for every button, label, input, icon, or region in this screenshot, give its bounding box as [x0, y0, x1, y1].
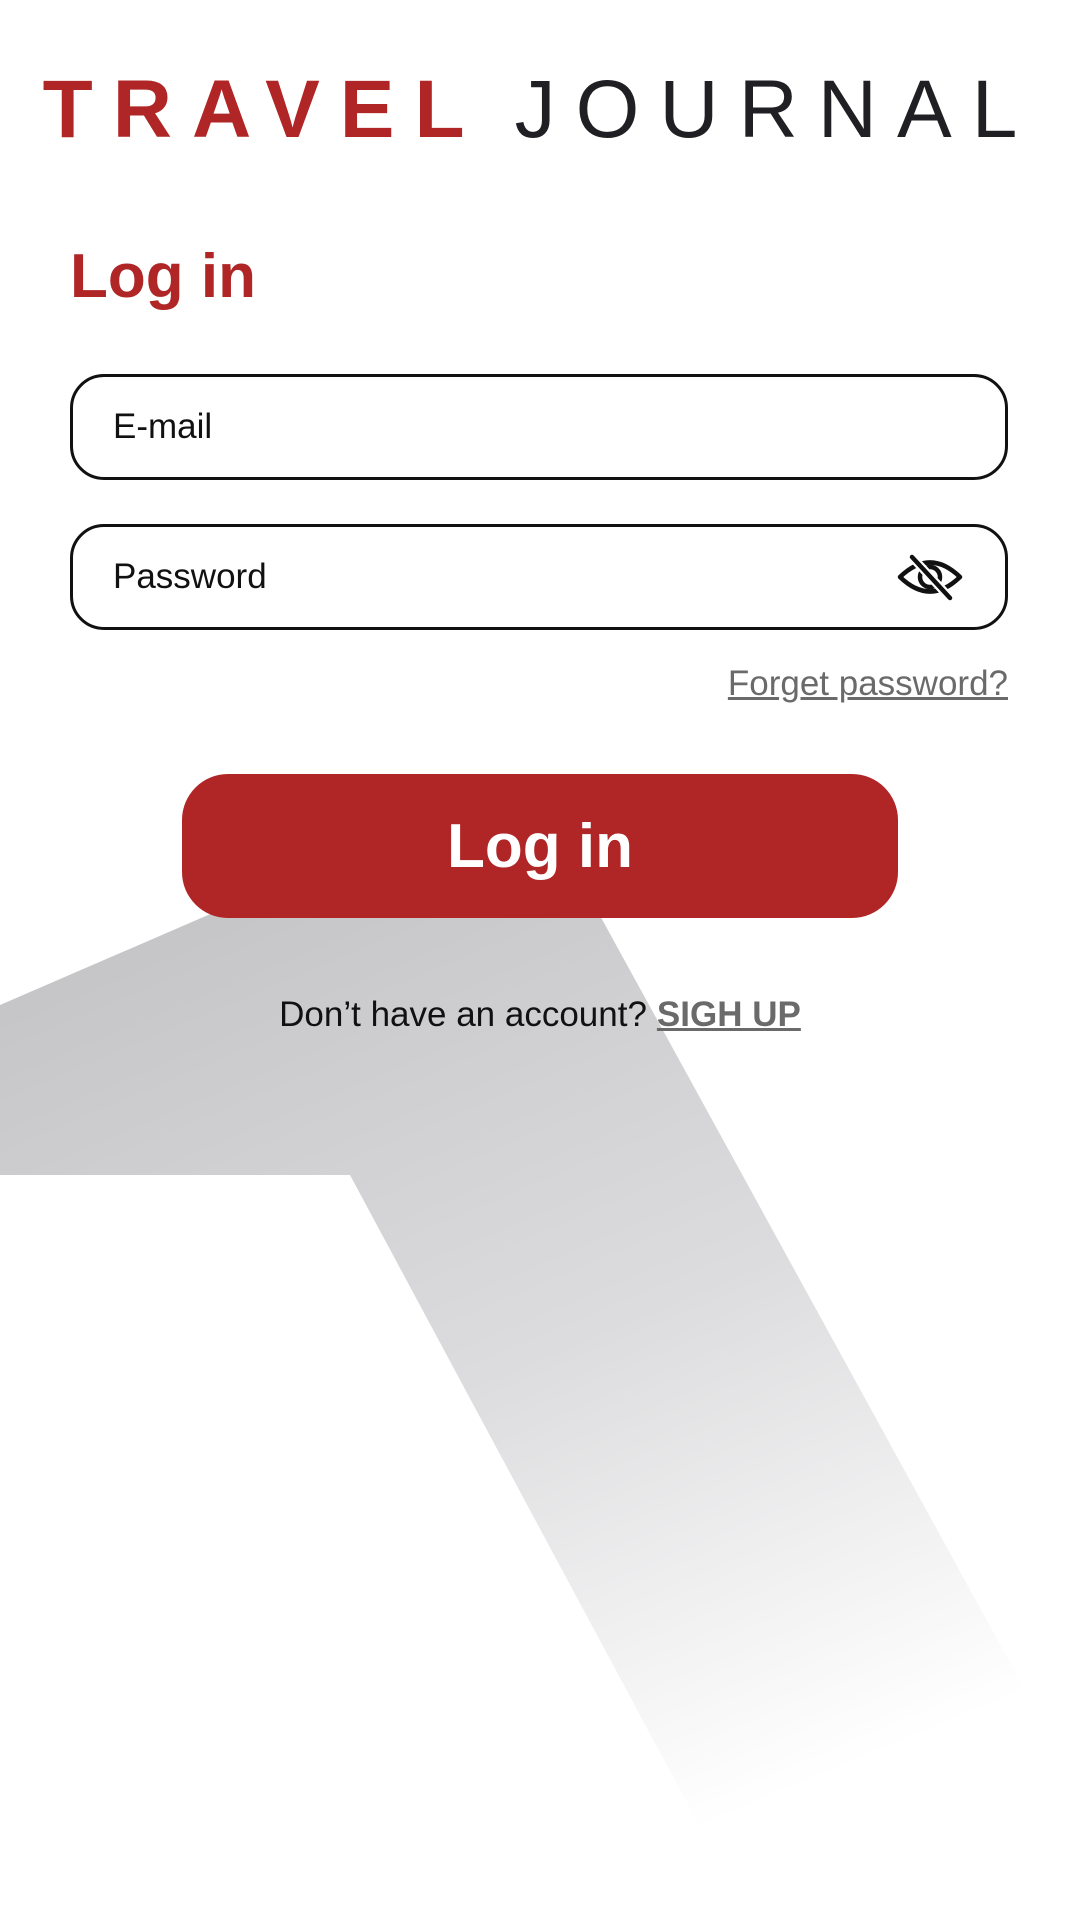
logo-word-travel: TRAVEL	[42, 64, 485, 155]
logo-word-journal: JOURNAL	[514, 64, 1038, 155]
forgot-password-link[interactable]: Forget password?	[728, 662, 1008, 706]
signup-prompt-text: Don’t have an account?	[279, 995, 647, 1034]
email-field[interactable]	[70, 374, 1008, 480]
signup-prompt-row: Don’t have an account? SIGH UP	[0, 992, 1080, 1038]
eye-slash-icon[interactable]	[895, 552, 965, 603]
password-input[interactable]	[113, 527, 893, 627]
login-button[interactable]: Log in	[182, 774, 898, 918]
app-logo: TRAVEL JOURNAL	[0, 62, 1080, 158]
signup-link[interactable]: SIGH UP	[657, 995, 801, 1034]
page-title: Log in	[70, 242, 256, 311]
password-field[interactable]	[70, 524, 1008, 630]
email-input[interactable]	[113, 377, 893, 477]
